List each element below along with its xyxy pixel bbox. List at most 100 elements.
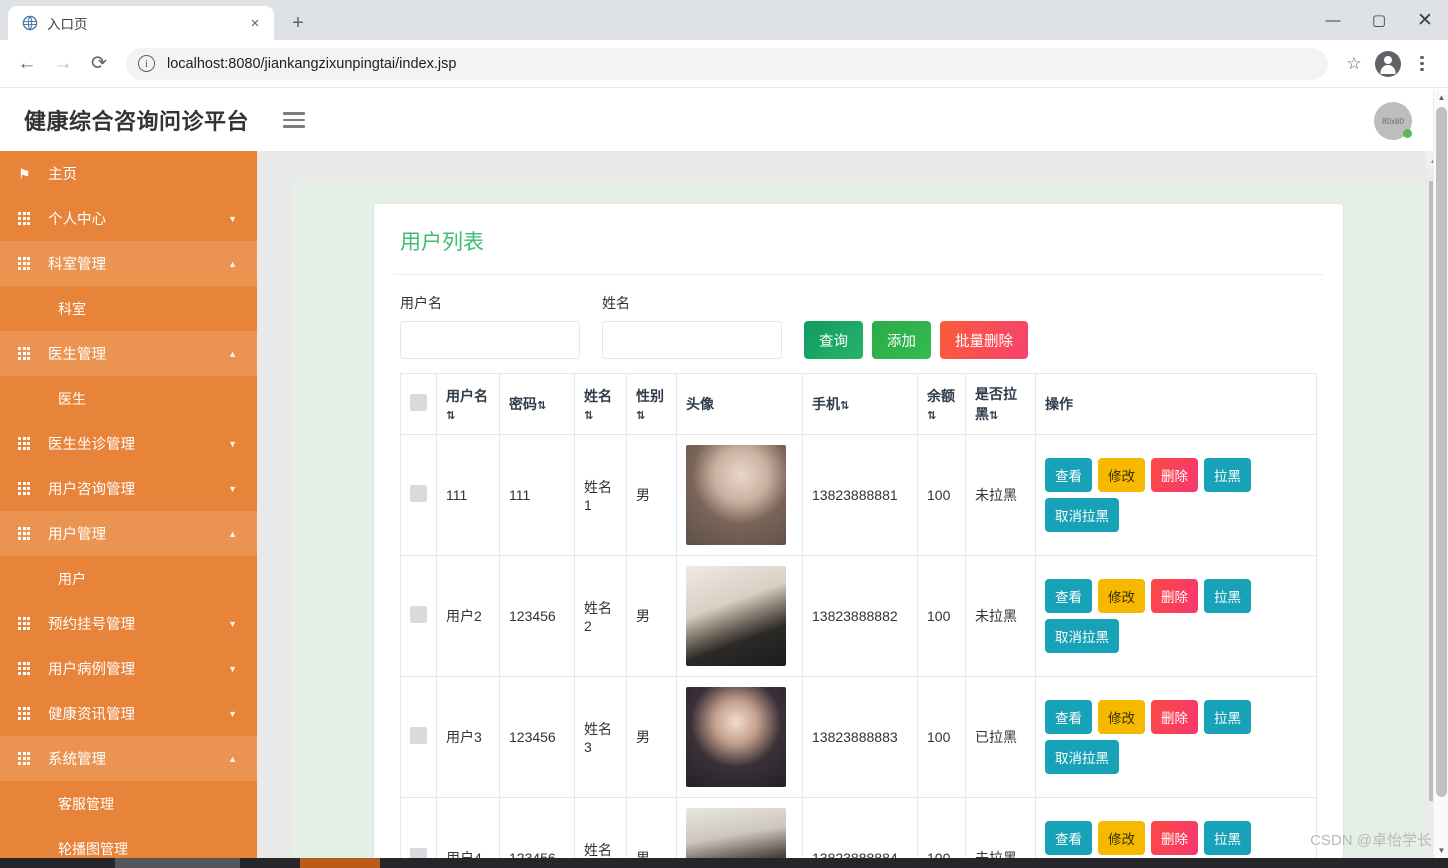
batch-delete-button[interactable]: 批量删除	[940, 321, 1028, 359]
sidebar-item[interactable]: 预约挂号管理 ▼	[0, 601, 257, 646]
browser-scrollbar[interactable]: ▲ ▼	[1433, 89, 1448, 858]
sort-icon[interactable]: ⇅	[446, 410, 455, 422]
view-button[interactable]: 查看	[1045, 579, 1092, 613]
delete-button[interactable]: 删除	[1151, 458, 1198, 492]
taskbar-item[interactable]	[300, 858, 380, 868]
sidebar-item[interactable]: 用户咨询管理 ▼	[0, 466, 257, 511]
column-header[interactable]: 姓名 ⇅	[574, 373, 627, 435]
column-header[interactable]: 是否拉黑⇅	[965, 373, 1036, 435]
blacklist-button[interactable]: 拉黑	[1204, 458, 1251, 492]
sidebar-item[interactable]: 医生管理 ▲	[0, 331, 257, 376]
page-viewport: 健康综合咨询问诊平台 80x80 ⚑ 主页 个人中心 ▼ 科室管理 ▲ 科室 医生管理 ▲ 医生医…	[0, 89, 1448, 858]
maximize-button[interactable]: ▢	[1356, 0, 1402, 40]
profile-avatar-icon[interactable]	[1372, 48, 1404, 80]
sidebar-item[interactable]: 科室管理 ▲	[0, 241, 257, 286]
edit-button[interactable]: 修改	[1098, 458, 1145, 492]
unblacklist-button[interactable]: 取消拉黑	[1045, 740, 1119, 774]
cell-phone: 13823888884	[802, 797, 918, 858]
row-checkbox[interactable]	[410, 727, 427, 744]
unblacklist-button[interactable]: 取消拉黑	[1045, 498, 1119, 532]
flag-icon: ⚑	[18, 165, 31, 182]
blacklist-button[interactable]: 拉黑	[1204, 579, 1251, 613]
scrollbar-up-icon[interactable]: ▲	[1434, 89, 1448, 105]
grid-icon	[18, 752, 48, 765]
sidebar-subitem[interactable]: 医生	[0, 376, 257, 421]
username-label: 用户名	[400, 295, 442, 311]
unblacklist-button[interactable]: 取消拉黑	[1045, 619, 1119, 653]
menu-toggle-icon[interactable]	[283, 112, 306, 128]
sidebar-subitem[interactable]: 客服管理	[0, 781, 257, 826]
column-header[interactable]: 密码⇅	[499, 373, 575, 435]
sort-icon[interactable]: ⇅	[584, 410, 593, 422]
view-button[interactable]: 查看	[1045, 458, 1092, 492]
delete-button[interactable]: 删除	[1151, 821, 1198, 855]
search-input-username[interactable]	[400, 321, 580, 359]
new-tab-button[interactable]: +	[284, 9, 312, 37]
sidebar-subitem[interactable]: 轮播图管理	[0, 826, 257, 858]
close-window-button[interactable]: ✕	[1402, 0, 1448, 40]
forward-icon[interactable]: →	[46, 47, 80, 81]
sort-icon[interactable]: ⇅	[840, 400, 849, 412]
sidebar-subitem[interactable]: 用户	[0, 556, 257, 601]
sidebar-item[interactable]: 用户管理 ▲	[0, 511, 257, 556]
sidebar-item-label: 主页	[48, 167, 77, 183]
sort-icon[interactable]: ⇅	[537, 400, 546, 412]
address-bar[interactable]: i localhost:8080/jiankangzixunpingtai/in…	[126, 47, 1328, 80]
cell-gender: 男	[626, 676, 677, 798]
column-header[interactable]: 手机⇅	[802, 373, 918, 435]
table-header-row: 用户名⇅ 密码⇅ 姓名⇅ 性别⇅ 头像 手机⇅ 余额⇅ 是否拉黑⇅ 操作	[400, 373, 1317, 435]
sidebar-item[interactable]: 用户病例管理 ▼	[0, 646, 257, 691]
cell-name: 姓名3	[574, 676, 627, 798]
realname-filter: 姓名	[602, 293, 782, 359]
cell-avatar	[676, 676, 803, 798]
view-button[interactable]: 查看	[1045, 700, 1092, 734]
column-header[interactable]: 余额 ⇅	[917, 373, 966, 435]
view-button[interactable]: 查看	[1045, 821, 1092, 855]
delete-button[interactable]: 删除	[1151, 700, 1198, 734]
sidebar-item[interactable]: 医生坐诊管理 ▼	[0, 421, 257, 466]
browser-tab[interactable]: 入口页 ×	[8, 6, 274, 40]
sort-icon[interactable]: ⇅	[636, 410, 645, 422]
edit-button[interactable]: 修改	[1098, 700, 1145, 734]
row-checkbox[interactable]	[410, 485, 427, 502]
minimize-button[interactable]: —	[1310, 0, 1356, 40]
edit-button[interactable]: 修改	[1098, 821, 1145, 855]
edit-button[interactable]: 修改	[1098, 579, 1145, 613]
sidebar-item[interactable]: 系统管理 ▲	[0, 736, 257, 781]
query-button[interactable]: 查询	[804, 321, 863, 359]
tab-strip: 入口页 × + — ▢ ✕	[0, 0, 1448, 40]
bookmark-star-icon[interactable]: ☆	[1338, 48, 1370, 80]
row-checkbox[interactable]	[410, 848, 427, 858]
chevron-down-icon: ▼	[228, 438, 237, 449]
cell-gender: 男	[626, 797, 677, 858]
sidebar-item[interactable]: 健康资讯管理 ▼	[0, 691, 257, 736]
add-button[interactable]: 添加	[872, 321, 931, 359]
chrome-menu-icon[interactable]	[1406, 48, 1438, 80]
column-header[interactable]: 用户名 ⇅	[436, 373, 500, 435]
row-checkbox[interactable]	[410, 606, 427, 623]
column-header[interactable]: 性别 ⇅	[626, 373, 677, 435]
sidebar-item[interactable]: ⚑ 主页	[0, 151, 257, 196]
sidebar-item[interactable]: 个人中心 ▼	[0, 196, 257, 241]
back-icon[interactable]: ←	[10, 47, 44, 81]
sidebar-subitem[interactable]: 科室	[0, 286, 257, 331]
grid-icon	[18, 257, 48, 270]
reload-icon[interactable]: ⟳	[82, 47, 116, 81]
blacklist-button[interactable]: 拉黑	[1204, 821, 1251, 855]
scrollbar-down-icon[interactable]: ▼	[1434, 842, 1448, 858]
site-info-icon[interactable]: i	[138, 55, 155, 72]
search-input-realname[interactable]	[602, 321, 782, 359]
blacklist-button[interactable]: 拉黑	[1204, 700, 1251, 734]
close-tab-icon[interactable]: ×	[246, 14, 264, 32]
cell-password: 123456	[499, 797, 575, 858]
main-content: 用户列表 用户名 姓名 查询 添加 批量删除 用户名⇅ 密码⇅ 姓名⇅ 性别⇅ …	[257, 151, 1448, 858]
sort-icon[interactable]: ⇅	[989, 410, 998, 422]
browser-scrollbar-thumb[interactable]	[1436, 107, 1447, 797]
taskbar-item[interactable]	[115, 858, 240, 868]
user-avatar-image	[686, 808, 786, 858]
chevron-down-icon: ▼	[228, 663, 237, 674]
sidebar-subitem-label: 科室	[58, 300, 86, 317]
select-all-checkbox[interactable]	[410, 394, 427, 411]
sort-icon[interactable]: ⇅	[927, 410, 936, 422]
delete-button[interactable]: 删除	[1151, 579, 1198, 613]
